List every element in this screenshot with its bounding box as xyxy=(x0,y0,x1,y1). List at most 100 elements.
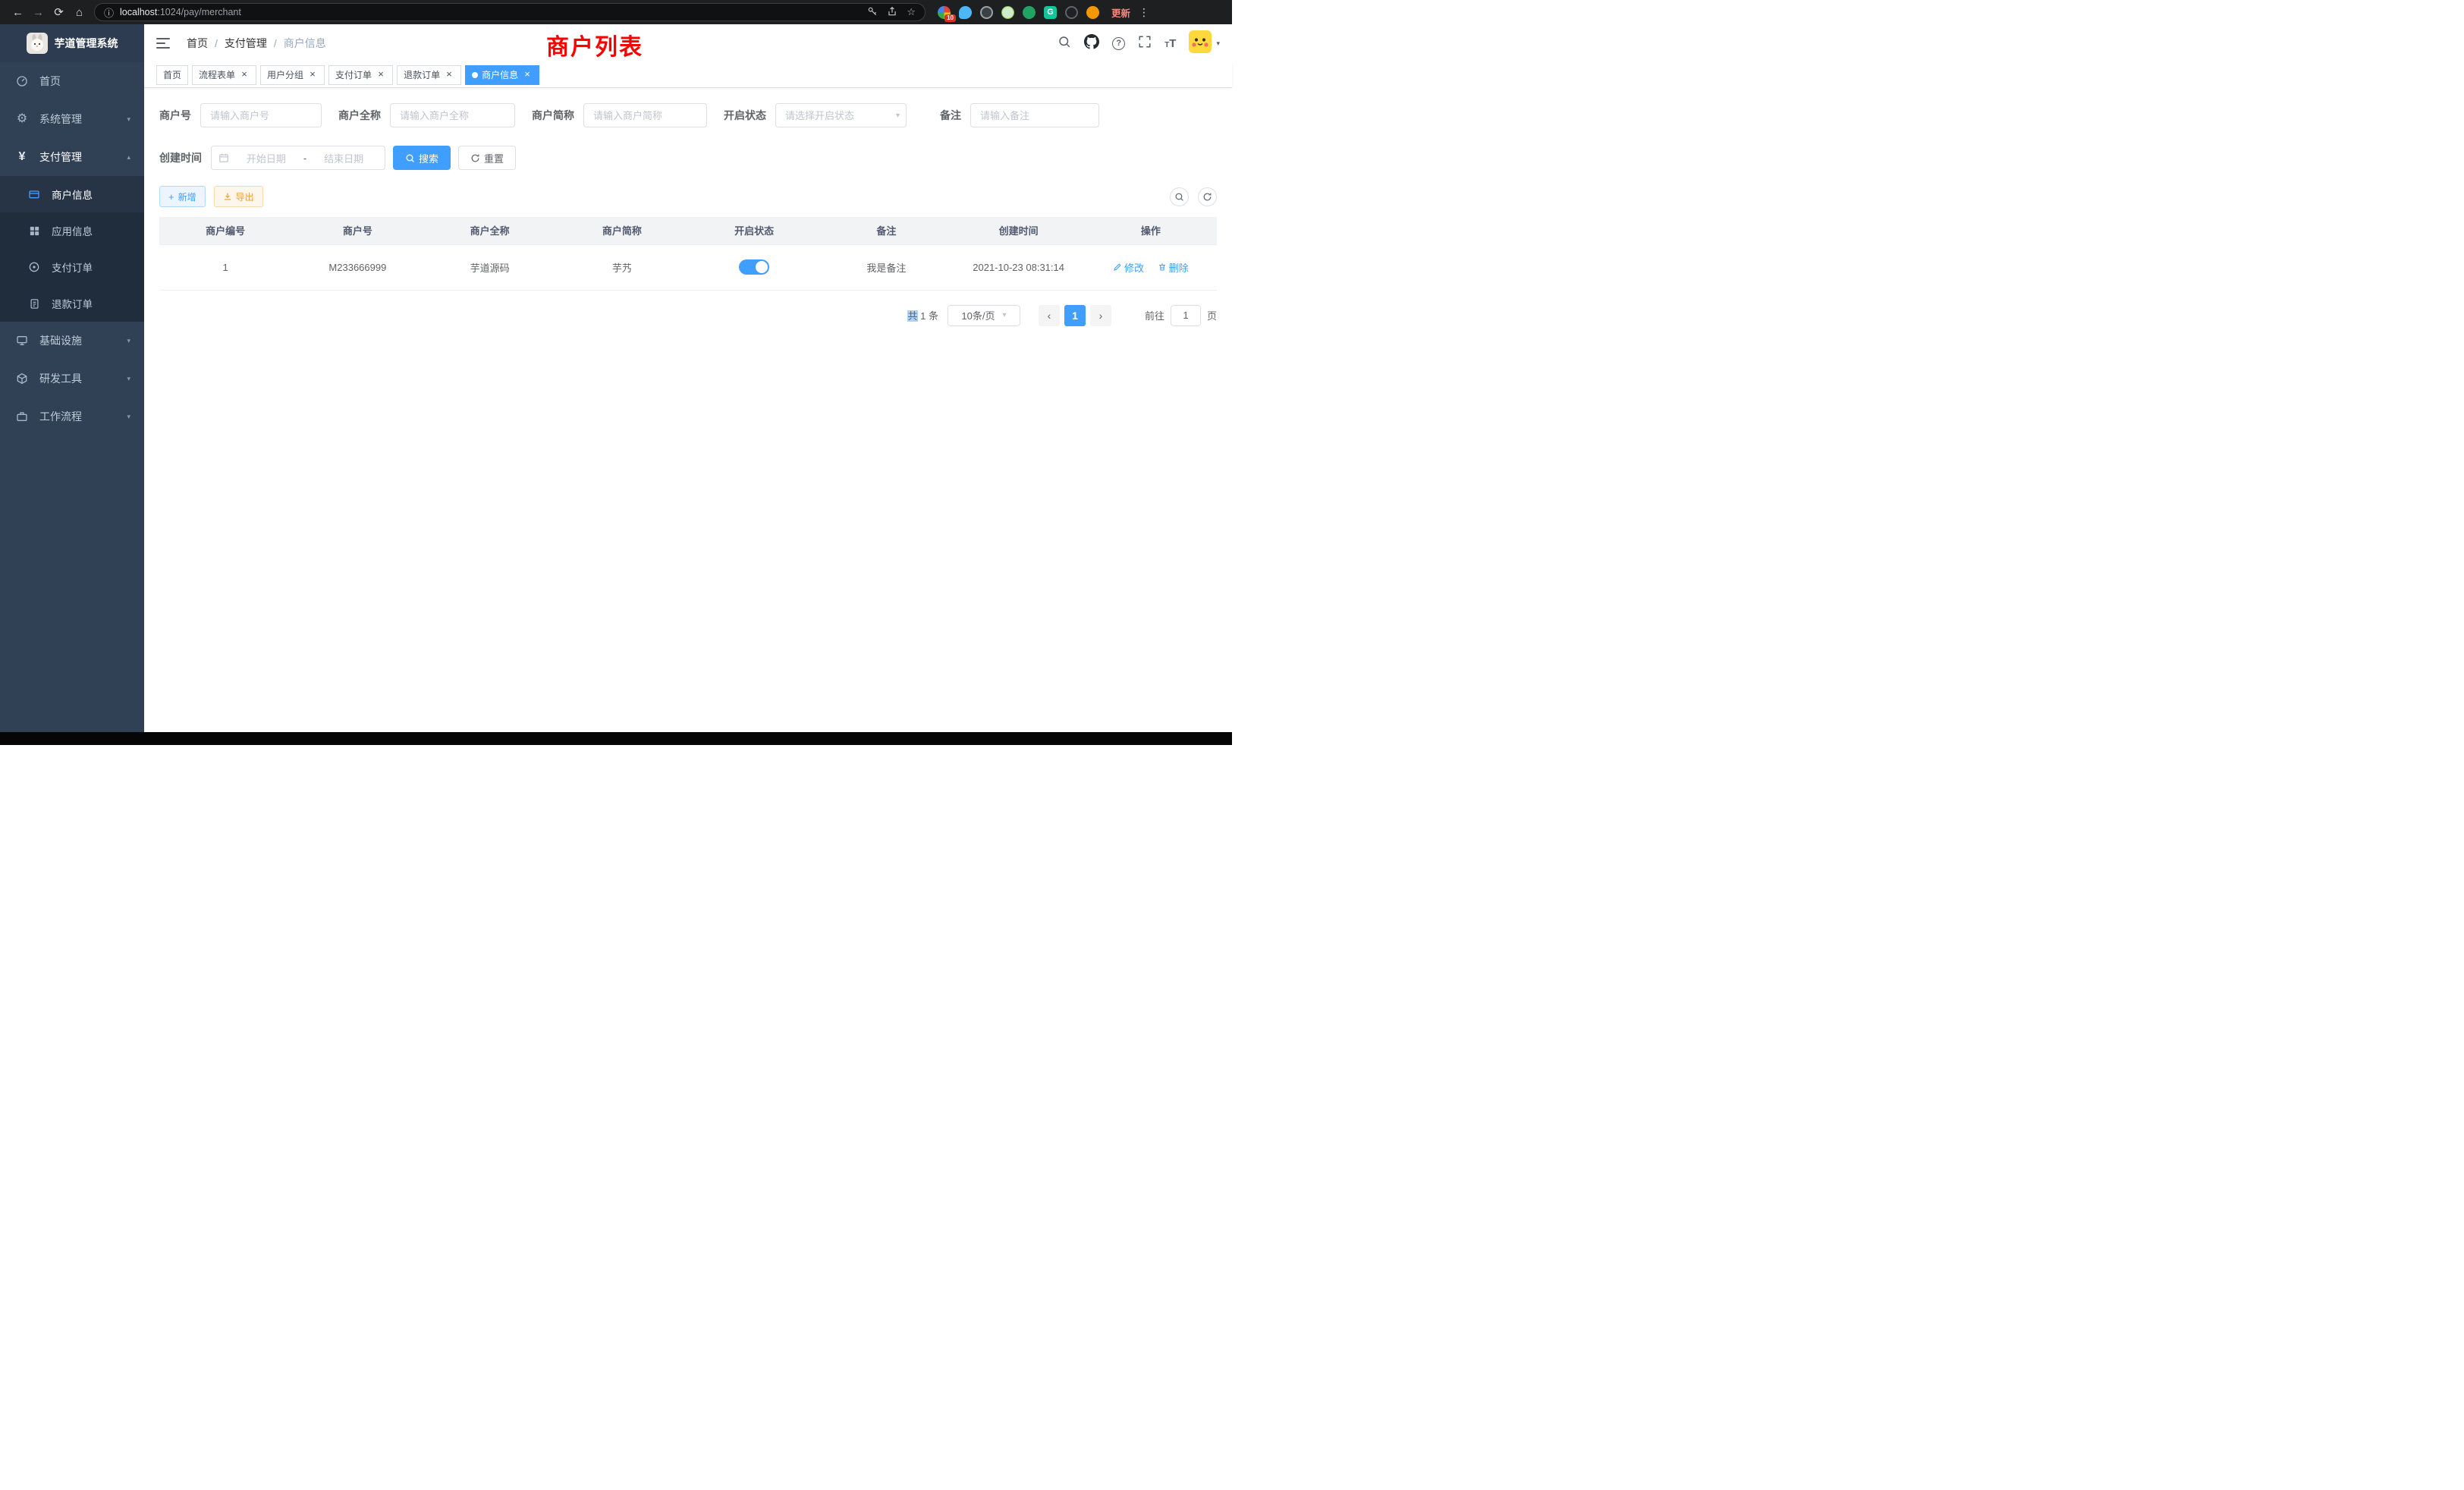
browser-update-button[interactable]: 更新 xyxy=(1111,5,1130,20)
sidebar-item-system[interactable]: ⚙ 系统管理 ▾ xyxy=(0,100,144,138)
next-page-button[interactable]: › xyxy=(1090,305,1111,326)
export-button[interactable]: 导出 xyxy=(214,186,263,207)
extension-dark-circle-icon[interactable] xyxy=(980,6,993,19)
extension-pin-icon[interactable] xyxy=(1065,6,1078,19)
delete-button-label: 删除 xyxy=(1169,260,1189,275)
sidebar-item-label: 工作流程 xyxy=(39,409,82,424)
table-row: 1 M233666999 芋道源码 芋艿 我是备注 2021-10-23 08:… xyxy=(159,244,1217,290)
merchant-name-label: 商户全称 xyxy=(338,108,381,123)
tab-home[interactable]: 首页 xyxy=(156,65,188,85)
breadcrumb-payment[interactable]: 支付管理 xyxy=(225,36,267,51)
grid-icon xyxy=(26,225,42,237)
user-avatar[interactable] xyxy=(1189,30,1212,57)
delete-icon xyxy=(1158,262,1167,272)
chevron-down-icon: ▾ xyxy=(127,337,130,345)
chevron-down-icon: ▾ xyxy=(127,375,130,383)
merchant-no-label: 商户号 xyxy=(159,108,191,123)
tab-merchant-info[interactable]: 商户信息× xyxy=(465,65,539,85)
status-label: 开启状态 xyxy=(724,108,766,123)
home-icon[interactable]: ⌂ xyxy=(69,2,90,22)
breadcrumb: 首页 / 支付管理 / 商户信息 xyxy=(187,36,326,51)
sidebar-toggle-icon[interactable] xyxy=(156,35,173,52)
forward-icon[interactable]: → xyxy=(28,2,49,22)
merchant-name-input[interactable] xyxy=(390,103,515,127)
goto-label: 前往 xyxy=(1145,308,1164,322)
tags-view: 首页 流程表单× 用户分组× 支付订单 × 退款订单× 商户信息× xyxy=(144,62,1232,88)
status-select[interactable] xyxy=(775,103,907,127)
breadcrumb-home[interactable]: 首页 xyxy=(187,36,208,51)
dashboard-icon xyxy=(14,75,30,87)
search-icon[interactable] xyxy=(1058,35,1071,52)
refresh-table-icon[interactable] xyxy=(1198,187,1217,206)
sidebar-item-infra[interactable]: 基础设施 ▾ xyxy=(0,322,144,360)
monitor-icon xyxy=(14,335,30,347)
sidebar-item-merchant-info[interactable]: 商户信息 xyxy=(0,176,144,212)
sidebar-item-refund-order[interactable]: 退款订单 xyxy=(0,285,144,322)
sidebar-item-home[interactable]: 首页 xyxy=(0,62,144,100)
box-icon xyxy=(14,372,30,385)
extension-multicolor-icon[interactable]: 10 xyxy=(938,6,951,19)
reload-icon[interactable]: ⟳ xyxy=(49,2,69,22)
browser-menu-icon[interactable]: ⋮ xyxy=(1138,6,1150,19)
document-icon xyxy=(26,298,42,310)
extension-profile-icon[interactable] xyxy=(1086,6,1099,19)
share-icon[interactable] xyxy=(887,6,897,19)
active-dot xyxy=(472,72,478,78)
site-info-icon[interactable]: ⓘ xyxy=(104,5,114,20)
status-toggle[interactable] xyxy=(739,259,769,275)
export-button-label: 导出 xyxy=(236,190,254,203)
tab-refund-order[interactable]: 退款订单× xyxy=(397,65,461,85)
short-name-input[interactable] xyxy=(583,103,707,127)
add-button[interactable]: + 新增 xyxy=(159,186,206,207)
extension-grammarly-icon[interactable]: G xyxy=(1044,6,1057,19)
extension-avatar-icon[interactable] xyxy=(1001,6,1014,19)
close-icon[interactable]: × xyxy=(239,70,250,80)
merchant-no-input[interactable] xyxy=(200,103,322,127)
sidebar-item-workflow[interactable]: 工作流程 ▾ xyxy=(0,398,144,435)
fullscreen-icon[interactable] xyxy=(1138,35,1152,52)
header-status: 开启状态 xyxy=(688,217,820,244)
reset-button[interactable]: 重置 xyxy=(458,146,516,170)
card-icon xyxy=(26,188,42,200)
remark-input[interactable] xyxy=(970,103,1099,127)
tab-label: 支付订单 xyxy=(335,68,372,81)
font-size-icon[interactable]: TT xyxy=(1164,37,1176,50)
goto-page-input[interactable] xyxy=(1171,305,1201,326)
chevron-down-icon: ▾ xyxy=(127,413,130,421)
close-icon[interactable]: × xyxy=(444,70,454,80)
tab-process-form[interactable]: 流程表单× xyxy=(192,65,256,85)
extension-green-circle-icon[interactable] xyxy=(1023,6,1036,19)
sidebar-item-label: 应用信息 xyxy=(52,223,93,238)
create-time-range-picker[interactable]: 开始日期 - 结束日期 xyxy=(211,146,385,170)
sidebar-item-label: 商户信息 xyxy=(52,187,93,202)
sidebar-item-label: 退款订单 xyxy=(52,296,93,311)
hide-search-icon[interactable] xyxy=(1170,187,1189,206)
close-icon[interactable]: × xyxy=(376,70,386,80)
breadcrumb-current: 商户信息 xyxy=(284,36,326,51)
top-navbar: 首页 / 支付管理 / 商户信息 商户列表 ? TT ▾ xyxy=(144,24,1232,62)
prev-page-button[interactable]: ‹ xyxy=(1039,305,1060,326)
search-button[interactable]: 搜索 xyxy=(393,146,451,170)
avatar-caret-icon[interactable]: ▾ xyxy=(1216,39,1220,48)
sidebar-item-dev-tools[interactable]: 研发工具 ▾ xyxy=(0,360,144,398)
help-icon[interactable]: ? xyxy=(1112,37,1125,50)
tab-pay-order[interactable]: 支付订单 × xyxy=(328,65,393,85)
close-icon[interactable]: × xyxy=(522,70,533,80)
github-icon[interactable] xyxy=(1084,34,1099,53)
sidebar-item-pay-order[interactable]: 支付订单 xyxy=(0,249,144,285)
url-bar[interactable]: ⓘ localhost:1024/pay/merchant ☆ xyxy=(94,3,926,21)
back-icon[interactable]: ← xyxy=(8,2,28,22)
cell-create-time: 2021-10-23 08:31:14 xyxy=(953,244,1085,290)
sidebar-item-app-info[interactable]: 应用信息 xyxy=(0,212,144,249)
delete-button[interactable]: 删除 xyxy=(1158,260,1189,275)
bookmark-star-icon[interactable]: ☆ xyxy=(907,6,916,18)
filter-row-2: 创建时间 开始日期 - 结束日期 搜索 重置 xyxy=(159,146,1217,170)
password-key-icon[interactable] xyxy=(867,6,878,19)
extension-drop-icon[interactable] xyxy=(959,6,972,19)
page-size-select[interactable]: 10条/页 ▾ xyxy=(948,305,1020,326)
close-icon[interactable]: × xyxy=(307,70,318,80)
tab-user-group[interactable]: 用户分组× xyxy=(260,65,325,85)
sidebar-item-payment[interactable]: ¥ 支付管理 ▴ xyxy=(0,138,144,176)
page-1-button[interactable]: 1 xyxy=(1064,305,1086,326)
edit-button[interactable]: 修改 xyxy=(1113,260,1144,275)
